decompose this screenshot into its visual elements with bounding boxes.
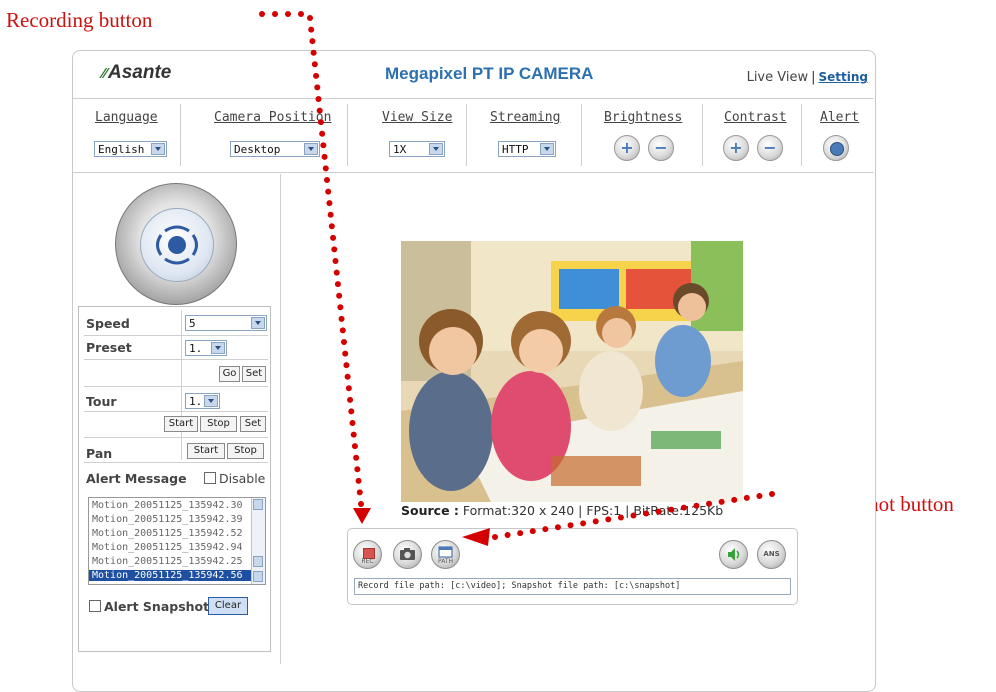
annotation-dot <box>307 15 313 21</box>
scroll-up-icon <box>253 499 263 510</box>
speed-label: Speed <box>86 316 130 331</box>
pan-stop-button[interactable]: Stop <box>227 443 264 459</box>
view-size-select[interactable]: 1X <box>389 141 445 157</box>
tour-set-button[interactable]: Set <box>240 416 266 432</box>
scroll-thumb <box>253 556 263 567</box>
top-nav: Live View | Setting <box>746 70 869 85</box>
pan-label: Pan <box>86 446 113 461</box>
tour-select[interactable]: 1. <box>185 393 220 409</box>
ptz-joystick[interactable] <box>115 183 237 305</box>
language-label: Language <box>95 110 158 125</box>
contrast-plus-button[interactable]: + <box>723 135 749 161</box>
ans-button[interactable]: ANS <box>757 540 786 569</box>
list-item[interactable]: Motion_20051125_135942.25 <box>92 556 243 567</box>
disable-checkbox[interactable] <box>204 472 216 484</box>
alert-message-list[interactable]: Motion_20051125_135942.30 Motion_2005112… <box>88 497 266 585</box>
chevron-down-icon <box>204 395 218 407</box>
nav-live-view[interactable]: Live View <box>747 70 809 85</box>
annotation-dot <box>309 38 316 45</box>
audio-button[interactable] <box>719 540 748 569</box>
clear-button[interactable]: Clear <box>208 597 248 615</box>
alert-snapshot-label: Alert Snapshot <box>104 599 210 614</box>
chevron-down-icon <box>540 143 554 155</box>
contrast-label: Contrast <box>724 110 787 125</box>
alert-snapshot-checkbox[interactable] <box>89 600 101 612</box>
streaming-select[interactable]: HTTP <box>498 141 556 157</box>
preset-go-button[interactable]: Go <box>219 366 240 382</box>
path-button[interactable]: PATH <box>431 540 460 569</box>
annotation-dot <box>285 11 291 17</box>
camera-position-select[interactable]: Desktop <box>230 141 320 157</box>
brightness-minus-button[interactable]: − <box>648 135 674 161</box>
record-button[interactable]: REC <box>353 540 382 569</box>
language-select[interactable]: English <box>94 141 167 157</box>
annotation-dot <box>298 11 304 17</box>
speaker-icon <box>728 548 740 561</box>
toolbar-divider <box>73 172 874 173</box>
preset-select[interactable]: 1. <box>185 340 227 356</box>
recording-button-annotation: Recording button <box>6 8 153 32</box>
list-item[interactable]: Motion_20051125_135942.94 <box>92 542 243 553</box>
asante-logo: ⁄⁄Asante <box>102 62 172 83</box>
camera-position-label: Camera Position <box>214 110 332 125</box>
preset-label: Preset <box>86 340 132 355</box>
contrast-minus-button[interactable]: − <box>757 135 783 161</box>
camera-icon <box>400 548 415 560</box>
chevron-down-icon <box>429 143 443 155</box>
pan-start-button[interactable]: Start <box>187 443 225 459</box>
speed-select[interactable]: 5 <box>185 315 267 331</box>
annotation-dot <box>259 11 265 17</box>
brightness-plus-button[interactable]: + <box>614 135 640 161</box>
list-scrollbar[interactable] <box>251 498 265 584</box>
alert-button[interactable] <box>823 135 849 161</box>
snapshot-button[interactable] <box>393 540 422 569</box>
tour-label: Tour <box>86 394 117 409</box>
view-size-label: View Size <box>382 110 453 125</box>
tour-stop-button[interactable]: Stop <box>200 416 237 432</box>
disable-label: Disable <box>219 471 266 486</box>
list-item[interactable]: Motion_20051125_135942.52 <box>92 528 243 539</box>
alert-label: Alert <box>820 110 860 125</box>
source-info: Source : Format:320 x 240 | FPS:1 | BitR… <box>401 503 724 518</box>
list-item[interactable]: Motion_20051125_135942.39 <box>92 514 243 525</box>
annotation-dot <box>308 26 315 33</box>
joystick-center[interactable] <box>168 236 186 254</box>
annotation-dot <box>272 11 278 17</box>
list-item-selected[interactable]: Motion_20051125_135942.56 <box>89 570 252 581</box>
page-title: Megapixel PT IP CAMERA <box>385 64 594 83</box>
nav-setting-link[interactable]: Setting <box>819 70 869 84</box>
tour-start-button[interactable]: Start <box>164 416 198 432</box>
live-video-feed <box>401 241 743 502</box>
chevron-down-icon <box>304 143 318 155</box>
alert-message-label: Alert Message <box>86 471 187 486</box>
list-item[interactable]: Motion_20051125_135942.30 <box>92 500 243 511</box>
streaming-label: Streaming <box>490 110 561 125</box>
chevron-down-icon <box>211 342 225 354</box>
chevron-down-icon <box>251 317 265 329</box>
alert-icon <box>830 142 844 156</box>
chevron-down-icon <box>151 143 165 155</box>
brightness-label: Brightness <box>604 110 683 125</box>
file-path-field: Record file path: [c:\video]; Snapshot f… <box>354 578 791 595</box>
preset-set-button[interactable]: Set <box>242 366 266 382</box>
scroll-down-icon <box>253 571 263 582</box>
header-divider <box>73 98 874 99</box>
